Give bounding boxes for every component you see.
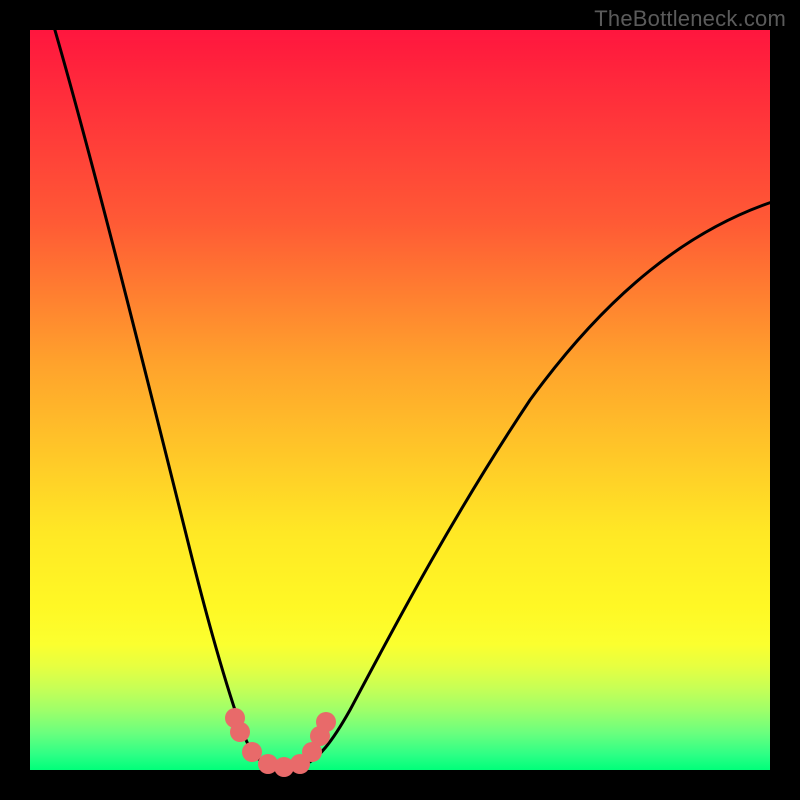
plot-area xyxy=(30,30,770,770)
marker-dot xyxy=(316,712,336,732)
curve-right-branch xyxy=(302,202,772,766)
marker-group xyxy=(225,708,336,777)
marker-dot xyxy=(230,722,250,742)
marker-dot xyxy=(242,742,262,762)
chart-frame: TheBottleneck.com xyxy=(0,0,800,800)
curve-left-branch xyxy=(52,20,262,762)
watermark-text: TheBottleneck.com xyxy=(594,6,786,32)
curve-svg xyxy=(30,30,770,770)
